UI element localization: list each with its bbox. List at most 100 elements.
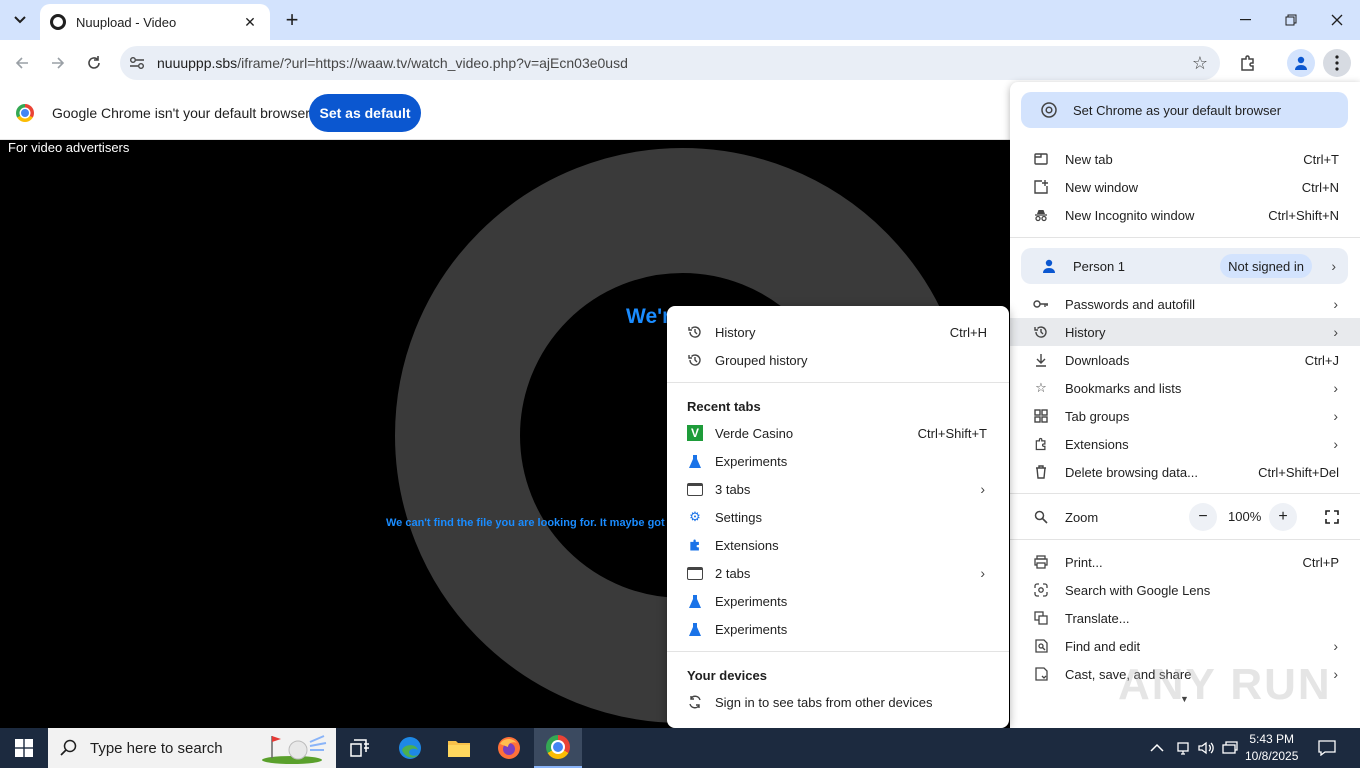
set-default-browser-item[interactable]: Set Chrome as your default browser [1021,92,1348,128]
menu-extensions[interactable]: Extensions › [1010,430,1360,458]
recent-tab-item[interactable]: Extensions [667,531,1009,559]
sign-in-devices-label: Sign in to see tabs from other devices [715,694,933,710]
tab-groups-icon [1033,408,1049,424]
menu-translate[interactable]: Translate... [1010,604,1360,632]
forward-button[interactable] [44,49,72,77]
show-hidden-icons[interactable] [1150,728,1164,768]
chrome-taskbar-button[interactable] [534,728,582,768]
edge-icon [399,737,421,759]
restore-button[interactable] [1268,0,1314,40]
url-path: /iframe/?url=https://waaw.tv/watch_video… [237,55,628,71]
edge-taskbar-button[interactable] [386,728,434,768]
chrome-icon [1041,102,1057,118]
history-submenu: History Ctrl+H Grouped history Recent ta… [667,306,1009,728]
submenu-history[interactable]: History Ctrl+H [667,318,1009,346]
menu-new-window[interactable]: New window Ctrl+N [1010,173,1360,201]
minimize-button[interactable] [1222,0,1268,40]
recent-tab-item[interactable]: V Verde Casino Ctrl+Shift+T [667,419,1009,447]
menu-item-label: Translate... [1065,610,1130,626]
clock-time: 5:43 PM [1249,732,1295,746]
windows-logo-icon [15,739,33,757]
recent-window-item[interactable]: 3 tabs › [667,475,1009,503]
your-devices-heading: Your devices [687,668,767,683]
recent-tab-item[interactable]: Experiments [667,615,1009,643]
menu-item-shortcut: Ctrl+Shift+N [1268,207,1339,223]
reload-button[interactable] [80,49,108,77]
chevron-right-icon: › [1333,666,1338,682]
site-settings-icon[interactable] [120,56,154,70]
verde-casino-icon: V [687,425,703,441]
network-icon [1177,742,1189,755]
menu-tab-groups[interactable]: Tab groups › [1010,402,1360,430]
task-view-button[interactable] [336,728,384,768]
sign-in-devices-item[interactable]: Sign in to see tabs from other devices [667,688,1009,716]
menu-passwords[interactable]: Passwords and autofill › [1010,290,1360,318]
zoom-value: 100% [1228,509,1262,524]
recent-tab-label: Settings [715,509,762,525]
extensions-button[interactable] [1234,49,1262,77]
chrome-menu-button[interactable] [1323,49,1351,77]
chevron-right-icon: › [1333,408,1338,424]
recent-tab-label: Extensions [715,537,779,553]
puzzle-icon [687,537,703,553]
menu-new-tab[interactable]: New tab Ctrl+T [1010,145,1360,173]
clock-date: 10/8/2025 [1245,749,1299,763]
profile-button[interactable] [1287,49,1315,77]
flask-icon [687,593,703,609]
menu-downloads[interactable]: Downloads Ctrl+J [1010,346,1360,374]
menu-item-label: Tab groups [1065,408,1130,424]
zoom-in-button[interactable]: + [1269,503,1297,531]
recent-tab-label: 2 tabs [715,565,751,581]
network-tray[interactable] [1176,728,1190,768]
flask-icon [687,621,703,637]
set-as-default-button[interactable]: Set as default [309,94,421,132]
input-tray[interactable] [1222,728,1238,768]
puzzle-icon [1033,436,1049,452]
search-icon [60,739,77,756]
new-tab-button[interactable]: + [280,8,304,32]
star-icon: ☆ [1035,380,1047,395]
recent-tab-item[interactable]: Experiments [667,447,1009,475]
forward-arrow-icon [52,57,65,69]
window-icon [687,481,703,497]
translate-icon [1033,610,1049,626]
incognito-icon [1033,207,1049,223]
menu-new-incognito[interactable]: New Incognito window Ctrl+Shift+N [1010,201,1360,229]
close-window-button[interactable] [1314,0,1360,40]
firefox-taskbar-button[interactable] [485,728,533,768]
address-bar[interactable]: nuuuppp.sbs/iframe/?url=https://waaw.tv/… [120,46,1220,80]
menu-item-label: Bookmarks and lists [1065,380,1182,396]
back-button[interactable] [8,49,36,77]
notifications-button[interactable] [1318,728,1336,768]
close-tab-icon[interactable]: ✕ [240,12,260,32]
volume-tray[interactable] [1198,728,1214,768]
recent-tab-item[interactable]: Experiments [667,587,1009,615]
menu-profile[interactable]: Person 1 Not signed in › [1021,248,1348,284]
zoom-label: Zoom [1065,509,1099,525]
firefox-icon [498,737,520,759]
bookmark-star-icon[interactable]: ☆ [1192,53,1208,74]
fullscreen-icon [1325,510,1339,524]
taskbar-clock[interactable]: 5:43 PM 10/8/2025 [1245,731,1298,765]
menu-history[interactable]: History › [1010,318,1360,346]
browser-toolbar: nuuuppp.sbs/iframe/?url=https://waaw.tv/… [0,40,1360,86]
file-explorer-button[interactable] [435,728,483,768]
taskbar-search[interactable]: Type here to search [48,728,336,768]
recent-tab-item[interactable]: ⚙ Settings [667,503,1009,531]
recent-window-item[interactable]: 2 tabs › [667,559,1009,587]
menu-bookmarks[interactable]: ☆ Bookmarks and lists › [1010,374,1360,402]
tab-search-button[interactable] [6,6,34,34]
puzzle-icon [1241,55,1254,71]
advertisers-link[interactable]: For video advertisers [8,140,129,155]
zoom-out-button[interactable]: − [1189,503,1217,531]
submenu-grouped-history[interactable]: Grouped history [667,346,1009,374]
menu-delete-browsing-data[interactable]: Delete browsing data... Ctrl+Shift+Del [1010,458,1360,486]
menu-print[interactable]: Print... Ctrl+P [1010,548,1360,576]
fullscreen-button[interactable] [1318,503,1346,531]
active-tab[interactable]: Nuupload - Video ✕ [40,4,270,40]
start-button[interactable] [0,728,48,768]
menu-find-and-edit[interactable]: Find and edit › [1010,632,1360,660]
chrome-icon [546,735,570,759]
submenu-item-label: Grouped history [715,352,808,368]
menu-google-lens[interactable]: Search with Google Lens [1010,576,1360,604]
